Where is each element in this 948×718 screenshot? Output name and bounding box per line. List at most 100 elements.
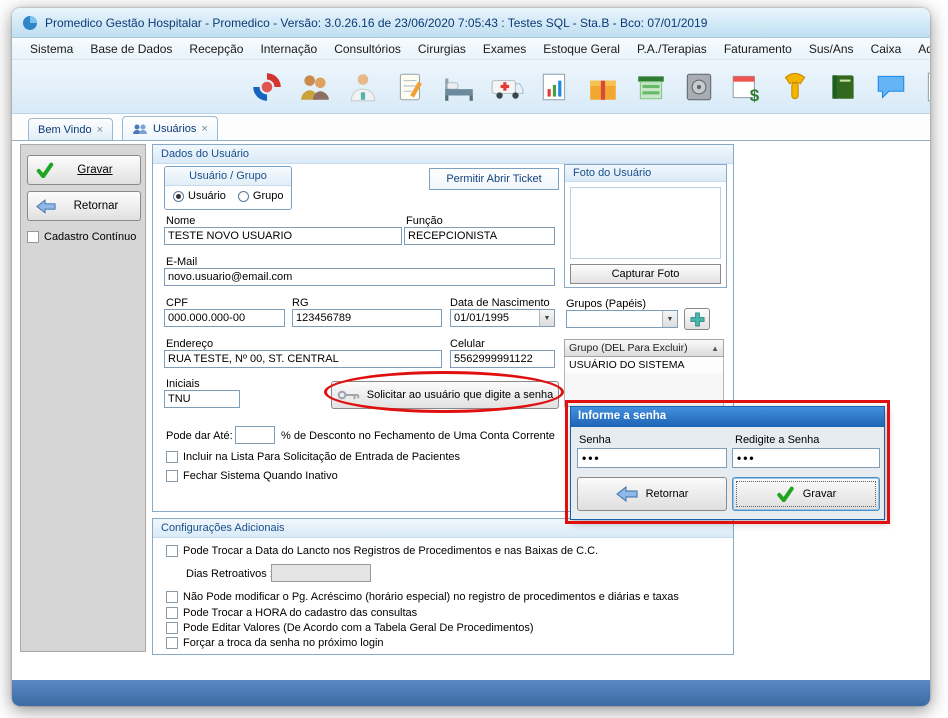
menu-item-cirurgias[interactable]: Cirurgias: [418, 42, 466, 56]
forcar-troca-senha-checkbox[interactable]: [166, 637, 178, 649]
toolbar-notes-button[interactable]: [392, 67, 430, 107]
svg-text:$: $: [750, 85, 760, 103]
grupos-papeis-combo[interactable]: ▼: [566, 310, 678, 328]
toolbar-bed-button[interactable]: [440, 67, 478, 107]
cadastro-continuo-label: Cadastro Contínuo: [44, 231, 136, 243]
grupo-list-item[interactable]: USUÁRIO DO SISTEMA: [565, 357, 723, 373]
users-icon: [298, 70, 332, 104]
grupo-list: USUÁRIO DO SISTEMA: [564, 357, 724, 407]
menu-item-sistema[interactable]: Sistema: [30, 42, 73, 56]
trocar-data-checkbox[interactable]: [166, 545, 178, 557]
toolbar-chat-button[interactable]: [872, 67, 910, 107]
desconto-suffix-label: % de Desconto no Fechamento de Uma Conta…: [281, 430, 555, 442]
solicitar-senha-button[interactable]: Solicitar ao usuário que digite a senha: [331, 381, 559, 409]
gravar-sidebar-button[interactable]: Gravar: [27, 155, 141, 185]
check-icon: [776, 486, 795, 502]
toolbar-list-button[interactable]: [920, 67, 930, 107]
tab-close-icon[interactable]: ×: [201, 123, 207, 135]
grupo-list-header-label: Grupo (DEL Para Excluir): [569, 342, 688, 354]
usuario-grupo-box: Usuário / Grupo Usuário Grupo: [164, 166, 292, 210]
editar-valores-checkbox[interactable]: [166, 622, 178, 634]
config-adicionais-groupbox: Configurações Adicionais Pode Trocar a D…: [152, 518, 734, 655]
nascimento-combo[interactable]: 01/01/1995 ▼: [450, 309, 555, 327]
toolbar-users-button[interactable]: [296, 67, 334, 107]
dias-retroativos-input[interactable]: [271, 564, 371, 582]
screen: Promedico Gestão Hospitalar - Promedico …: [0, 0, 948, 718]
fechar-sistema-checkbox[interactable]: [166, 470, 178, 482]
permitir-abrir-ticket-button[interactable]: Permitir Abrir Ticket: [429, 168, 559, 190]
email-input[interactable]: [164, 268, 555, 286]
menu-item-base-de-dados[interactable]: Base de Dados: [90, 42, 172, 56]
gravar-sidebar-label: Gravar: [60, 164, 140, 176]
menu-item-administracao[interactable]: Administração: [918, 42, 930, 56]
celular-input[interactable]: [450, 350, 555, 368]
grupos-papeis-value: [567, 311, 662, 327]
tab-bem-vindo[interactable]: Bem Vindo ×: [28, 118, 113, 140]
nome-input[interactable]: [164, 227, 402, 245]
finance-icon: $: [730, 70, 764, 104]
trocar-hora-label: Pode Trocar a HORA do cadastro das consu…: [183, 607, 417, 619]
toolbar-ambulance-button[interactable]: [488, 67, 526, 107]
senha-label: Senha: [579, 434, 611, 446]
endereco-input[interactable]: [164, 350, 442, 368]
chevron-down-icon[interactable]: ▼: [662, 311, 677, 327]
retornar-dialog-button[interactable]: Retornar: [577, 477, 727, 511]
incluir-lista-checkbox[interactable]: [166, 451, 178, 463]
toolbar-finance-button[interactable]: $: [728, 67, 766, 107]
radio-usuario-label: Usuário: [188, 190, 226, 202]
cadastro-continuo-checkbox[interactable]: [27, 231, 39, 243]
tab-close-icon[interactable]: ×: [97, 124, 103, 136]
toolbar-supplies-button[interactable]: [584, 67, 622, 107]
menu-item-exames[interactable]: Exames: [483, 42, 526, 56]
tab-usuarios-label: Usuários: [153, 123, 196, 135]
toolbar-book-button[interactable]: [824, 67, 862, 107]
add-group-button[interactable]: [684, 308, 710, 330]
redigite-senha-input[interactable]: [732, 448, 880, 468]
menu-item-caixa[interactable]: Caixa: [871, 42, 902, 56]
iniciais-label: Iniciais: [166, 378, 200, 390]
refresh-icon: [250, 70, 284, 104]
toolbar-reports-button[interactable]: [536, 67, 574, 107]
radio-usuario[interactable]: Usuário: [173, 190, 226, 202]
capturar-foto-button[interactable]: Capturar Foto: [570, 264, 721, 284]
menu-item-estoque-geral[interactable]: Estoque Geral: [543, 42, 620, 56]
menu-item-recepcao[interactable]: Recepção: [189, 42, 243, 56]
doctor-icon: [346, 70, 380, 104]
menu-item-sus-ans[interactable]: Sus/Ans: [809, 42, 854, 56]
incluir-lista-row: Incluir na Lista Para Solicitação de Ent…: [166, 451, 460, 463]
foto-usuario-title: Foto do Usuário: [565, 165, 726, 182]
toolbar-safe-button[interactable]: [680, 67, 718, 107]
menu-item-pa-terapias[interactable]: P.A./Terapias: [637, 42, 707, 56]
senha-input[interactable]: [577, 448, 727, 468]
rg-input[interactable]: [292, 309, 442, 327]
chevron-down-icon[interactable]: ▼: [539, 310, 554, 326]
iniciais-input[interactable]: [164, 390, 240, 408]
tab-usuarios[interactable]: Usuários ×: [122, 116, 218, 140]
menu-item-consultorios[interactable]: Consultórios: [334, 42, 401, 56]
desconto-input[interactable]: [235, 426, 275, 444]
foto-area: [570, 187, 721, 259]
toolbar-market-button[interactable]: [632, 67, 670, 107]
menu-item-internacao[interactable]: Internação: [260, 42, 317, 56]
cpf-input[interactable]: [164, 309, 285, 327]
trocar-hora-checkbox[interactable]: [166, 607, 178, 619]
funcao-input[interactable]: [404, 227, 555, 245]
retornar-sidebar-button[interactable]: Retornar: [27, 191, 141, 221]
grupo-list-header[interactable]: Grupo (DEL Para Excluir) ▲: [564, 339, 724, 357]
menubar: Sistema Base de Dados Recepção Internaçã…: [12, 38, 930, 60]
menu-item-faturamento[interactable]: Faturamento: [724, 42, 792, 56]
toolbar-refresh-button[interactable]: [248, 67, 286, 107]
radio-grupo-control[interactable]: [238, 191, 249, 202]
fechar-sistema-row: Fechar Sistema Quando Inativo: [166, 470, 338, 482]
radio-grupo[interactable]: Grupo: [238, 190, 284, 202]
app-window: Promedico Gestão Hospitalar - Promedico …: [12, 8, 930, 706]
trocar-hora-row: Pode Trocar a HORA do cadastro das consu…: [166, 607, 417, 619]
chat-icon: [874, 70, 908, 104]
toolbar-phone-button[interactable]: [776, 67, 814, 107]
nao-pode-modificar-checkbox[interactable]: [166, 591, 178, 603]
radio-usuario-control[interactable]: [173, 191, 184, 202]
gravar-dialog-button[interactable]: Gravar: [732, 477, 880, 511]
email-label: E-Mail: [166, 256, 197, 268]
editar-valores-label: Pode Editar Valores (De Acordo com a Tab…: [183, 622, 534, 634]
toolbar-doctor-button[interactable]: [344, 67, 382, 107]
